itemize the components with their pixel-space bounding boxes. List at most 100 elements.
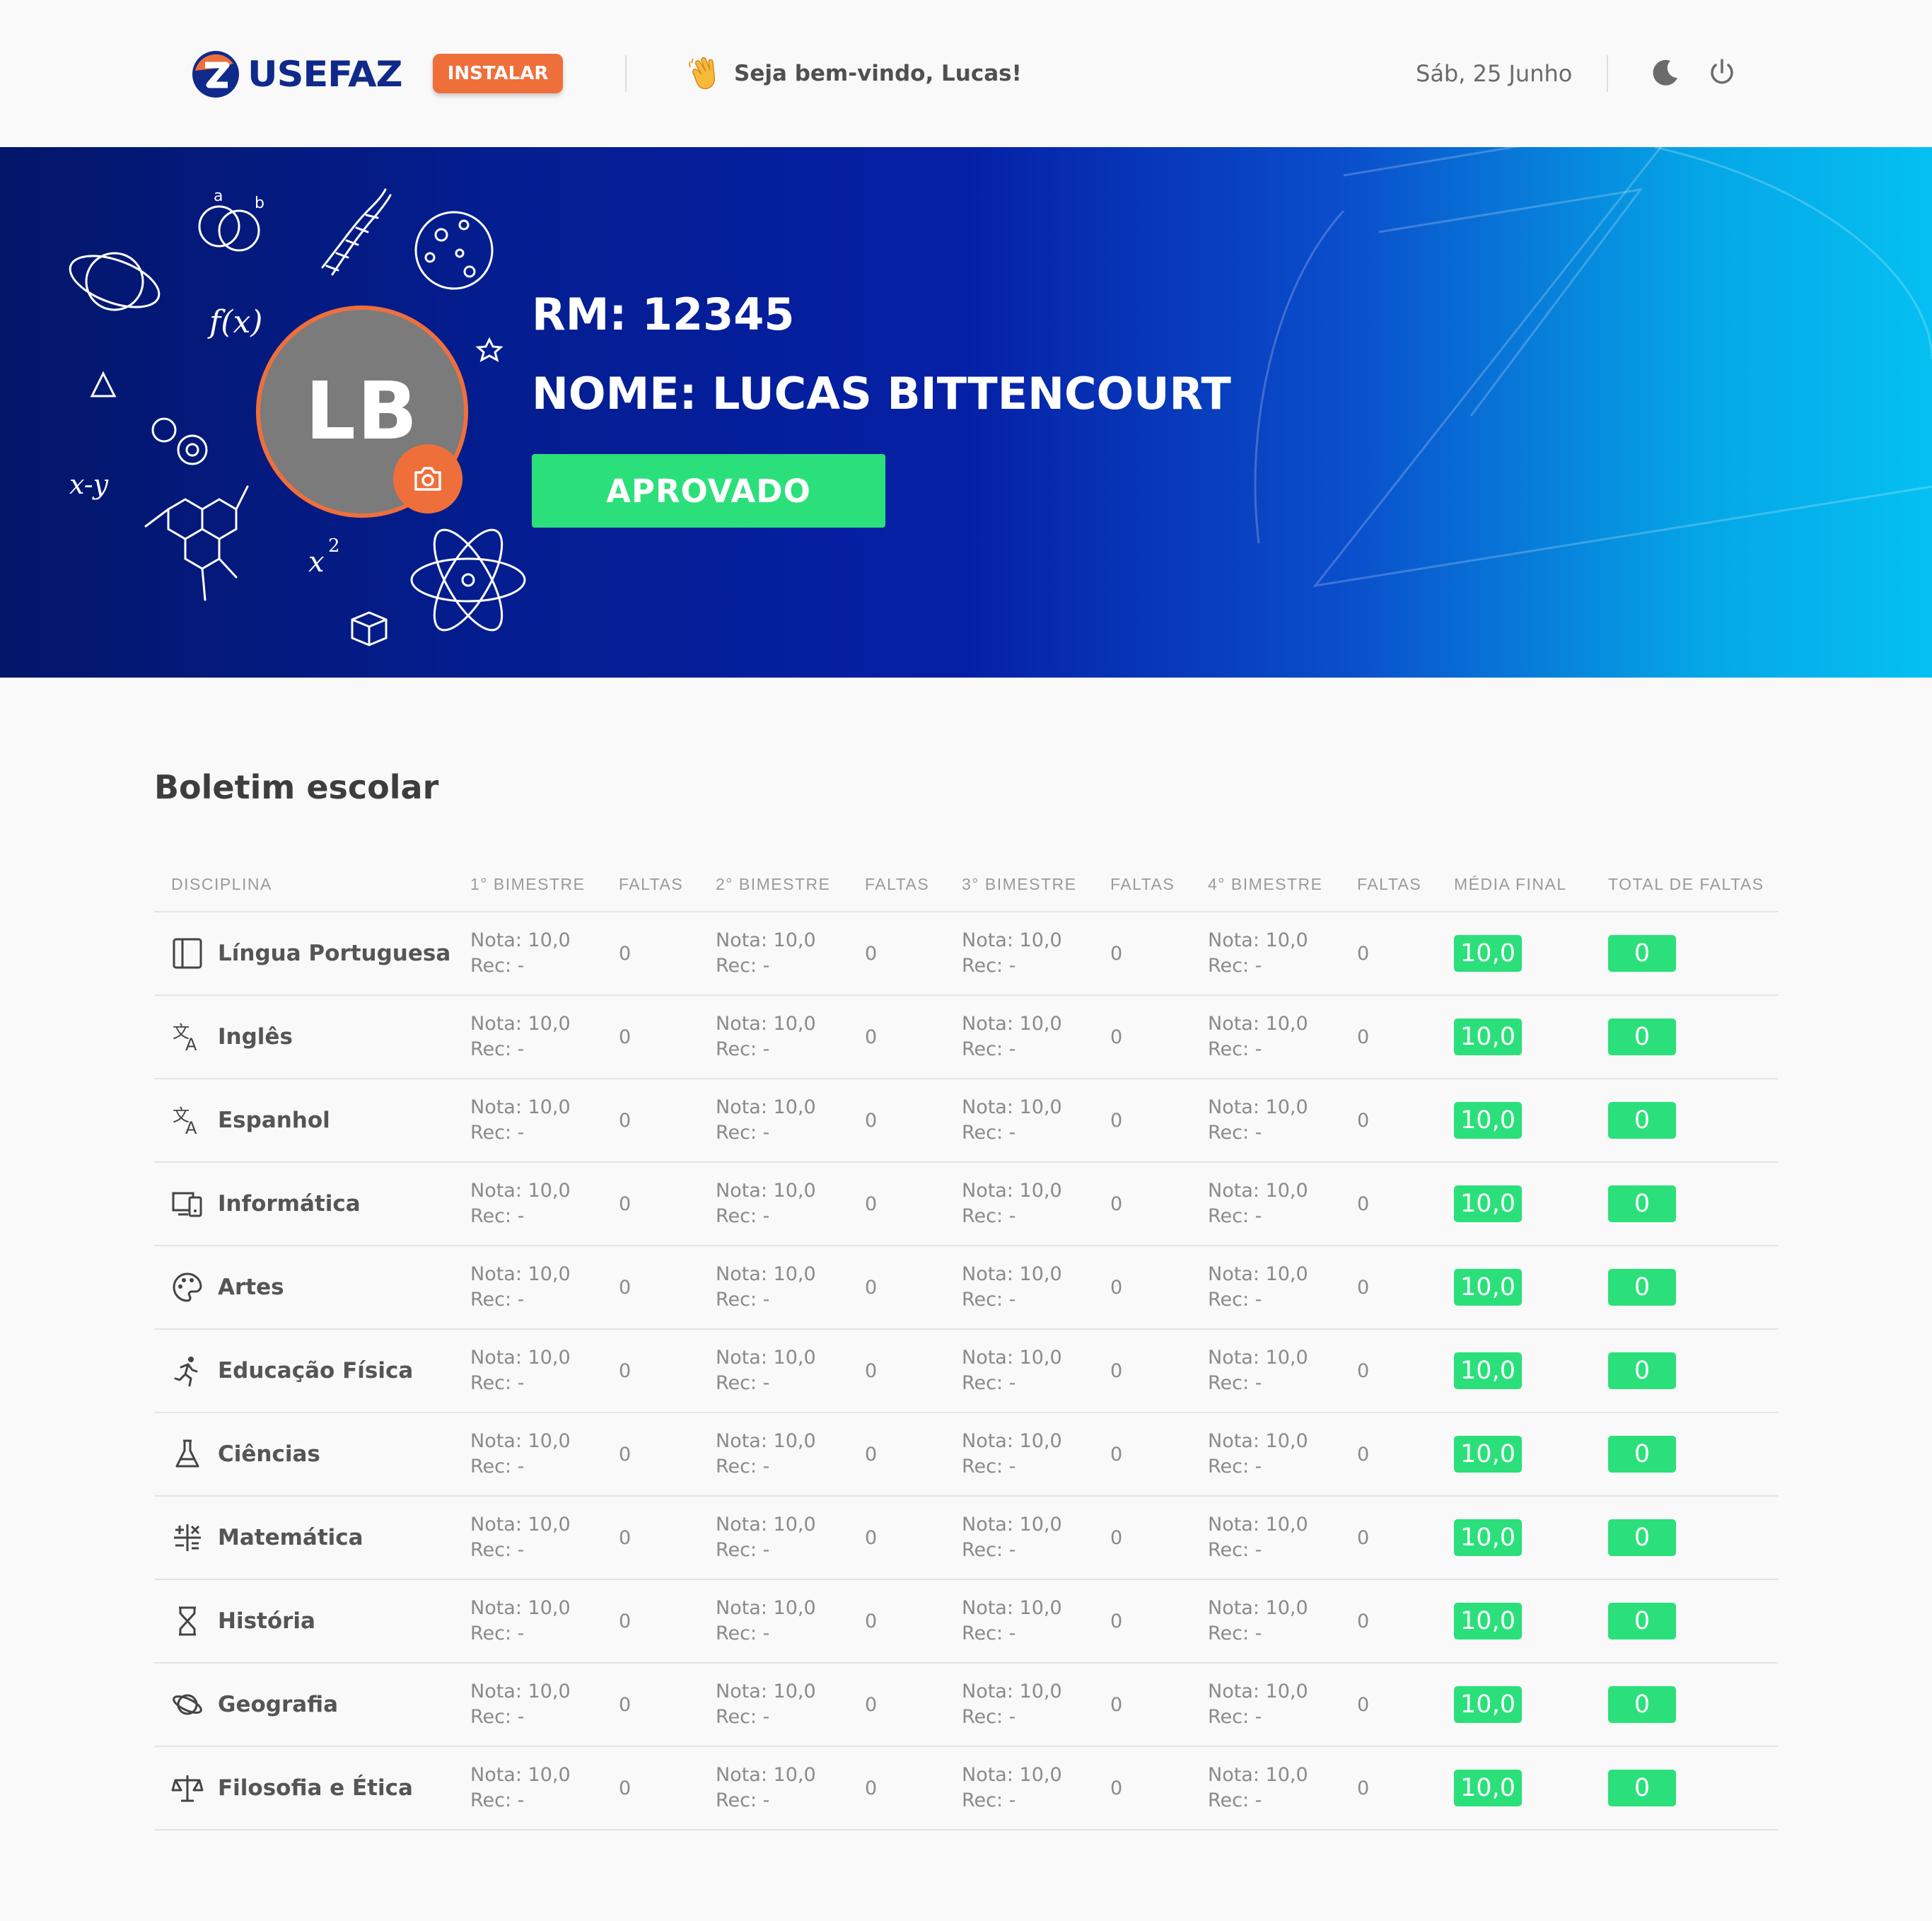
student-rm: RM: 12345 [532,289,795,340]
grade-rec: Rec: - [1208,1122,1262,1144]
absences-cell: 0 [1357,1526,1370,1549]
absences-cell: 0 [865,1026,878,1048]
table-row: História Nota: 10,0 Rec: - 0 Nota: 10,0 Rec: … [154,1580,1778,1664]
column-header: FALTAS [1357,874,1422,893]
grade-rec: Rec: - [470,1122,525,1144]
grade-nota: Nota: 10,0 [470,1096,571,1118]
grade-nota: Nota: 10,0 [470,929,571,951]
running-icon [174,1357,198,1387]
grade-rec: Rec: - [1208,1789,1262,1811]
subject-name: Educação Física [218,1358,414,1383]
grade-rec: Rec: - [470,1289,525,1311]
subject-name: História [218,1608,315,1634]
absences-cell: 0 [619,1693,632,1716]
subject-name: Matemática [218,1525,363,1550]
svg-text:a: a [214,187,223,205]
absences-cell: 0 [1357,1026,1370,1048]
final-average-badge: 10,0 [1454,1686,1522,1723]
grade-rec: Rec: - [1208,1623,1262,1644]
grade-rec: Rec: - [962,1789,1016,1811]
subject-name: Geografia [218,1692,339,1717]
bimester-grade-cell: Nota: 10,0 Rec: - [716,912,816,994]
bimester-grade-cell: Nota: 10,0 Rec: - [1208,996,1308,1078]
absences-cell: 0 [865,1693,878,1716]
total-absences-badge: 0 [1608,1603,1676,1639]
grade-rec: Rec: - [470,1038,525,1060]
grade-rec: Rec: - [962,955,1016,977]
grade-nota: Nota: 10,0 [470,1764,571,1786]
final-average-badge: 10,0 [1454,935,1522,972]
final-average-badge: 10,0 [1454,1603,1522,1639]
table-row: Ciências Nota: 10,0 Rec: - 0 Nota: 10,0 Rec: … [154,1413,1778,1497]
absences-cell: 0 [1357,1276,1370,1299]
subject-cell: Matemática [171,1497,363,1579]
header-divider [1607,55,1608,92]
bimester-grade-cell: Nota: 10,0 Rec: - [962,1497,1062,1579]
grade-rec: Rec: - [470,1789,525,1811]
grade-rec: Rec: - [1208,1706,1262,1728]
column-header: DISCIPLINA [171,874,272,893]
flask-icon [175,1439,199,1468]
absences-cell: 0 [865,1610,878,1632]
bimester-grade-cell: Nota: 10,0 Rec: - [1208,1497,1308,1579]
grade-nota: Nota: 10,0 [716,929,816,951]
bimester-grade-cell: Nota: 10,0 Rec: - [1208,912,1308,994]
total-absences-badge: 0 [1608,1352,1676,1389]
grade-nota: Nota: 10,0 [470,1514,571,1536]
bimester-grade-cell: Nota: 10,0 Rec: - [470,1079,571,1161]
total-absences-badge: 0 [1608,1102,1676,1139]
svg-text:x: x [308,546,325,579]
column-header: 3° BIMESTRE [962,874,1077,893]
absences-cell: 0 [1110,1443,1123,1466]
waving-hand-icon [689,57,716,90]
grade-nota: Nota: 10,0 [470,1013,571,1035]
usefaz-logo-mark-icon [192,51,239,98]
moon-icon[interactable] [1649,57,1682,89]
absences-cell: 0 [619,1192,632,1215]
bimester-grade-cell: Nota: 10,0 Rec: - [962,1246,1062,1328]
bimester-grade-cell: Nota: 10,0 Rec: - [716,1330,816,1412]
absences-cell: 0 [1110,1109,1123,1132]
grade-nota: Nota: 10,0 [1208,1764,1308,1786]
usefaz-logo[interactable]: USEFAZ [191,48,403,100]
welcome-message: Seja bem-vindo, Lucas! [686,54,1022,93]
final-average-badge: 10,0 [1454,1269,1522,1306]
column-header: 2° BIMESTRE [716,874,831,893]
grade-rec: Rec: - [716,1372,770,1394]
column-header: FALTAS [865,874,930,893]
camera-icon [414,467,441,491]
table-row: Geografia Nota: 10,0 Rec: - 0 Nota: 10,0 Rec:… [154,1664,1778,1747]
bimester-grade-cell: Nota: 10,0 Rec: - [716,1163,816,1245]
absences-cell: 0 [1110,1693,1123,1716]
grade-rec: Rec: - [716,1706,770,1728]
bimester-grade-cell: Nota: 10,0 Rec: - [470,1330,571,1412]
bimester-grade-cell: Nota: 10,0 Rec: - [1208,1163,1308,1245]
bimester-grade-cell: Nota: 10,0 Rec: - [716,1079,816,1161]
grade-rec: Rec: - [962,1706,1016,1728]
grade-rec: Rec: - [962,1038,1016,1060]
devices-icon [172,1192,202,1217]
palette-icon [173,1272,202,1302]
grade-rec: Rec: - [1208,1456,1262,1478]
bimester-grade-cell: Nota: 10,0 Rec: - [1208,1330,1308,1412]
install-button[interactable]: INSTALAR [433,54,563,93]
subject-cell: Informática [171,1163,361,1245]
grade-rec: Rec: - [470,1456,525,1478]
power-icon[interactable] [1706,57,1738,89]
absences-cell: 0 [619,1777,632,1799]
bimester-grade-cell: Nota: 10,0 Rec: - [1208,1413,1308,1495]
top-bar: USEFAZ INSTALAR Seja bem-vindo, Lucas! S… [0,0,1932,147]
grade-nota: Nota: 10,0 [1208,1263,1308,1285]
absences-cell: 0 [619,1109,632,1132]
subject-name: Espanhol [218,1108,330,1133]
svg-text:b: b [255,195,264,212]
bimester-grade-cell: Nota: 10,0 Rec: - [962,1079,1062,1161]
grade-rec: Rec: - [716,1623,770,1644]
grade-rec: Rec: - [962,1623,1016,1644]
bimester-grade-cell: Nota: 10,0 Rec: - [470,996,571,1078]
grade-nota: Nota: 10,0 [962,929,1062,951]
absences-cell: 0 [865,1192,878,1215]
grade-rec: Rec: - [962,1372,1016,1394]
approval-status-badge[interactable]: APROVADO [532,454,885,528]
change-photo-button[interactable] [393,444,462,513]
